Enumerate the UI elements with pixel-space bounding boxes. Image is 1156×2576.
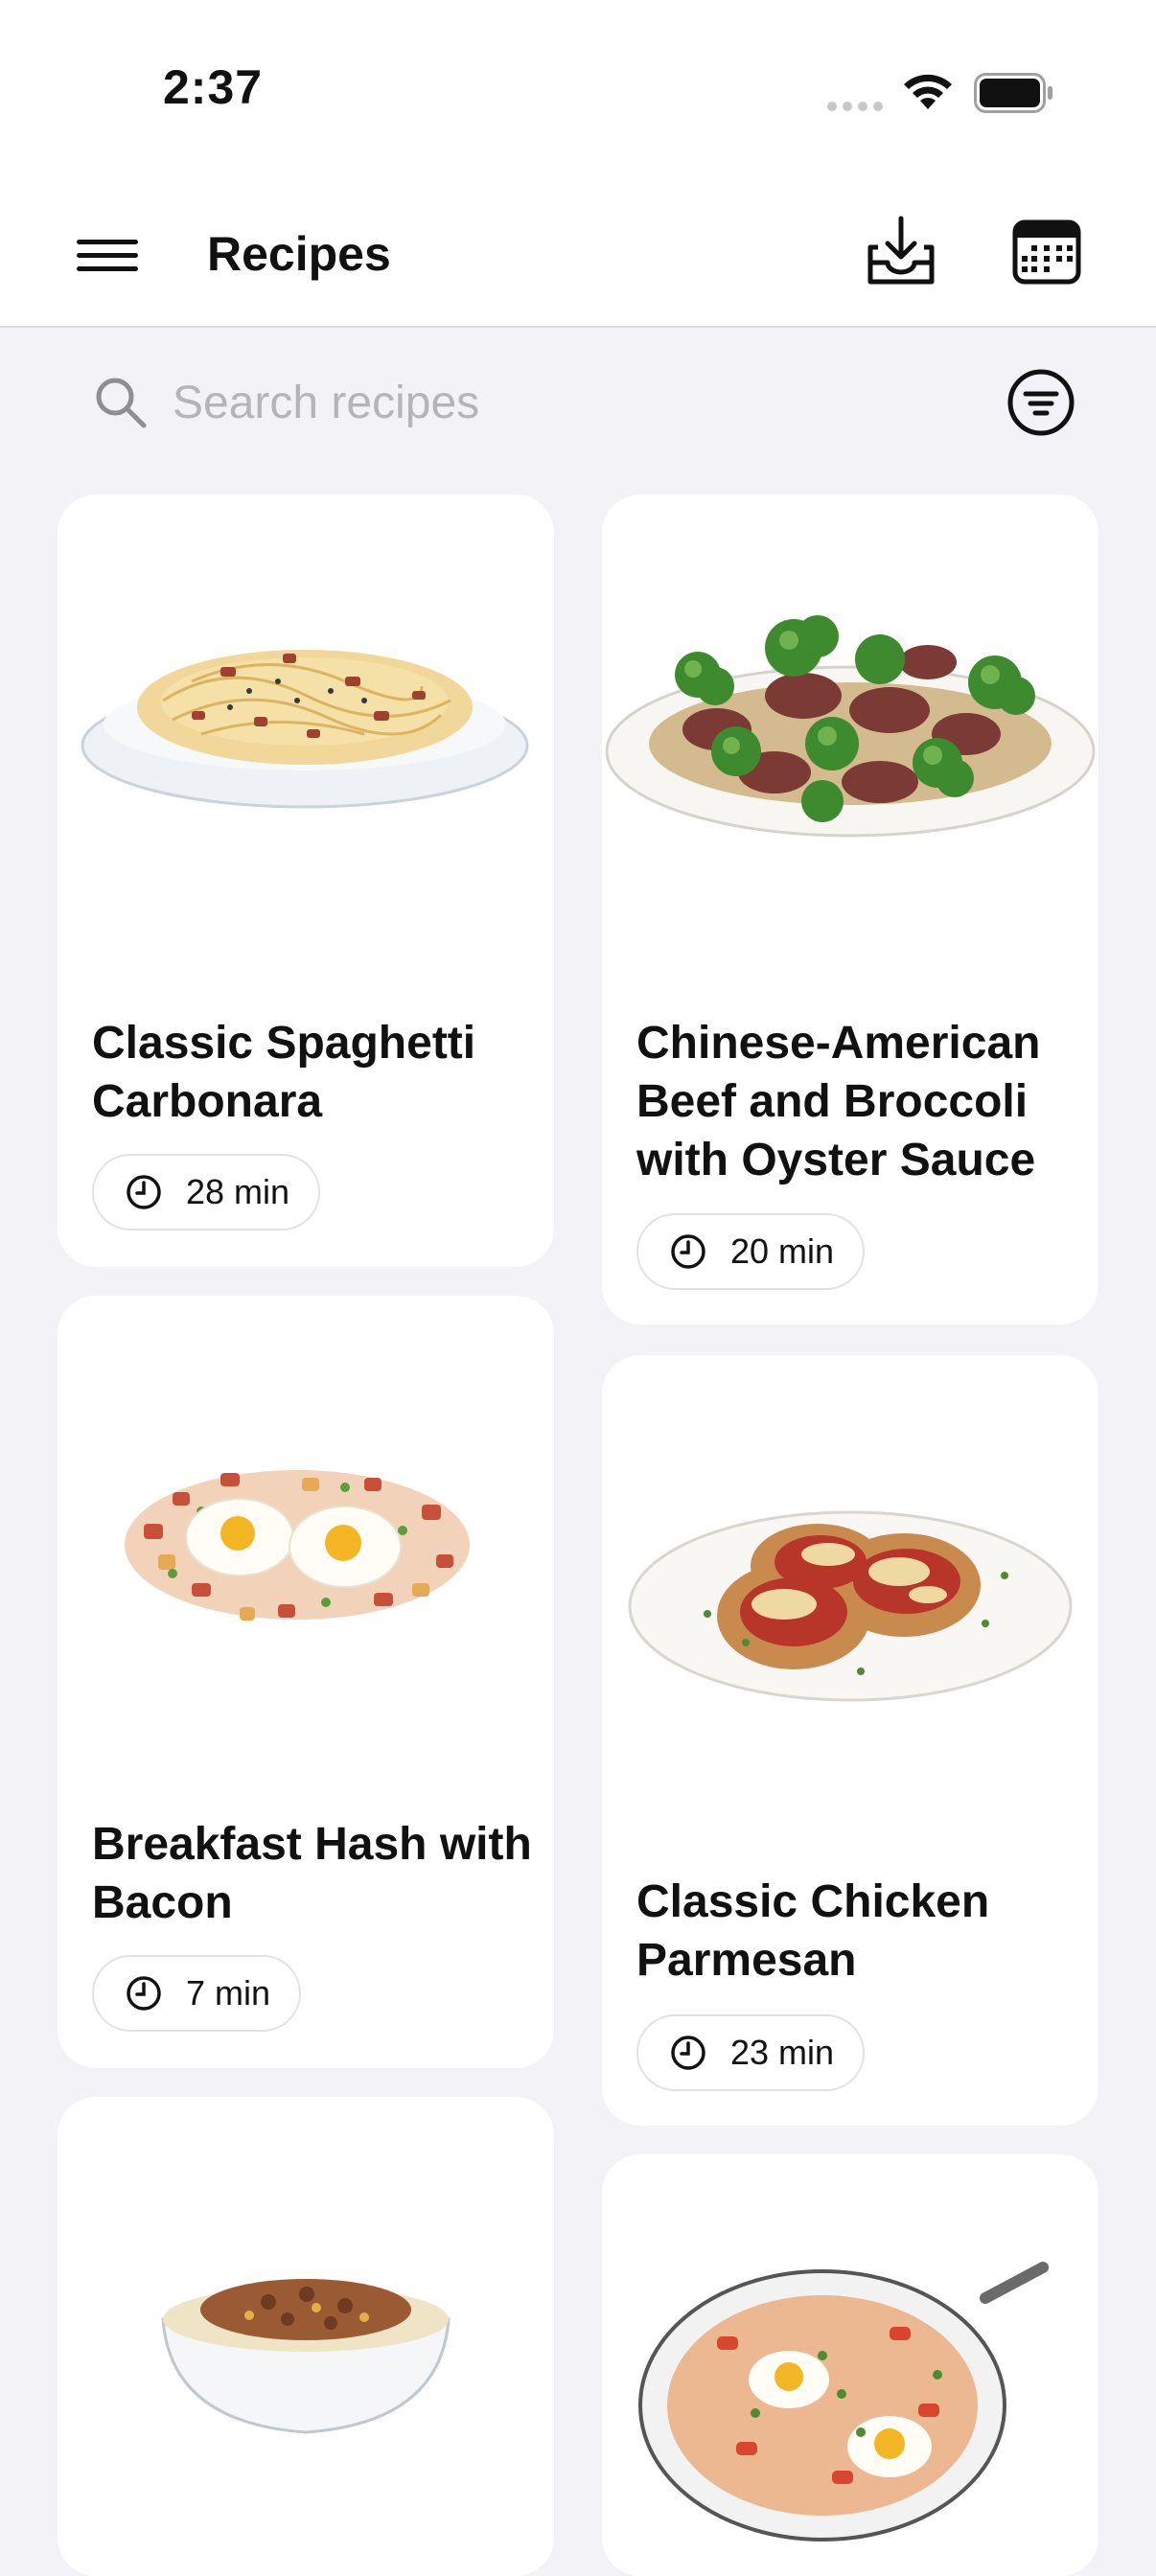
filter-button[interactable] [1006,368,1075,437]
recipe-image-carbonara [81,650,529,809]
recipe-card[interactable]: Chinese-American Beef and Broccoli with … [602,494,1098,1324]
meal-plan-calendar-button[interactable] [1012,217,1081,286]
search-bar [0,355,1156,450]
cook-time: 7 min [186,1973,271,2012]
menu-icon [77,240,138,244]
search-icon [96,378,147,428]
battery-icon [974,73,1052,113]
recipe-card[interactable]: Classic Spaghetti Carbonara 28 min [58,494,554,1267]
filter-icon [1007,369,1075,436]
recipe-card[interactable]: Classic Chicken Parmesan 23 min [602,1355,1098,2126]
calendar-icon [1012,219,1081,285]
page-title: Recipes [207,227,391,281]
recipe-image-beef-broccoli [605,615,1096,838]
recipe-title: Breakfast Hash with Bacon [92,1819,532,1928]
recipe-title: Classic Chicken Parmesan [636,1876,990,1986]
cook-time-badge: 23 min [636,2014,866,2091]
menu-icon-bar [77,253,138,258]
recipe-card[interactable] [602,2154,1098,2576]
clock-icon [671,2036,705,2070]
cook-time-badge: 7 min [92,1955,302,2032]
cook-time-badge: 20 min [636,1213,866,1290]
search-input[interactable] [173,368,959,437]
recipe-image-breakfast-hash [125,1470,470,1621]
app-header: Recipes [0,182,1156,328]
status-bar: 2:37 [0,0,1156,182]
recipe-title: Chinese-American Beef and Broccoli with … [636,1018,1041,1185]
cellular-signal-icon [827,102,883,111]
tray-download-icon [867,216,935,285]
import-recipe-button[interactable] [861,213,941,293]
menu-icon-bar [77,266,138,271]
clock-icon [127,1175,161,1209]
cook-time-badge: 28 min [92,1154,321,1230]
menu-button[interactable] [75,234,142,278]
cook-time: 20 min [730,1231,835,1271]
cook-time: 23 min [730,2033,835,2072]
recipe-card[interactable]: Breakfast Hash with Bacon 7 min [58,1296,554,2068]
cook-time: 28 min [186,1172,290,1211]
recipe-image-chicken-parmesan [628,1510,1073,1702]
recipe-card[interactable] [58,2097,554,2576]
clock-icon [671,1234,705,1269]
recipe-image-bowl [161,2279,451,2434]
recipe-image-skillet-eggs [638,2262,1049,2542]
status-time: 2:37 [163,60,264,114]
clock-icon [127,1976,161,2011]
recipe-title: Classic Spaghetti Carbonara [92,1018,476,1127]
wifi-icon [904,74,952,109]
